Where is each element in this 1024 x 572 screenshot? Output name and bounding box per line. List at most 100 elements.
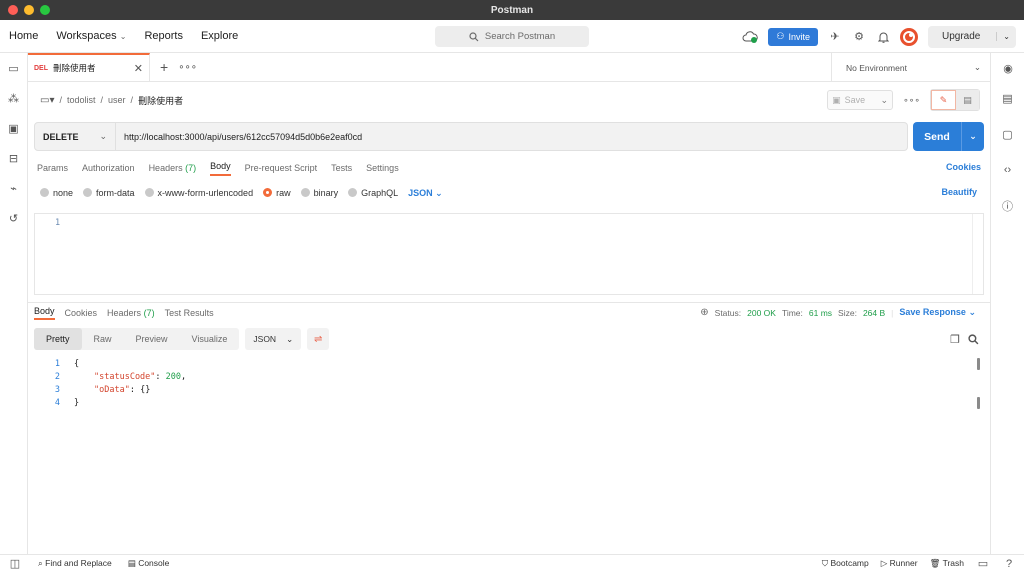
search-bar[interactable]: Search Postman — [435, 26, 589, 47]
collections-icon[interactable]: ▭ — [7, 61, 21, 75]
tab-pre-request-script[interactable]: Pre-request Script — [245, 163, 318, 173]
nav-explore[interactable]: Explore — [201, 30, 238, 42]
close-icon[interactable]: ✕ — [134, 62, 143, 75]
chevron-down-icon: ⌄ — [973, 62, 981, 72]
response-scrollbar-thumb[interactable] — [977, 397, 980, 409]
response-tab-test-results[interactable]: Test Results — [165, 308, 214, 318]
json-end: , — [181, 372, 187, 382]
find-replace-button[interactable]: ⌕ Find and Replace — [38, 558, 112, 569]
close-window-button[interactable] — [8, 5, 18, 15]
response-format-select[interactable]: JSON ⌄ — [245, 328, 302, 350]
zoom-window-button[interactable] — [40, 5, 50, 15]
invite-button[interactable]: ⚇ Invite — [768, 27, 818, 46]
size-value[interactable]: 264 B — [863, 308, 885, 318]
tab-params[interactable]: Params — [37, 163, 68, 173]
layout-icon[interactable]: ▭ — [976, 557, 990, 571]
eye-icon[interactable]: ◉ — [1001, 61, 1015, 75]
new-tab-button[interactable]: + — [160, 59, 168, 75]
code-line: 2 "statusCode": 200, — [34, 372, 984, 385]
sidebar-toggle-icon[interactable]: ◫ — [8, 557, 22, 571]
breadcrumb-item-collection[interactable]: todolist — [67, 95, 96, 105]
radio-none[interactable]: none — [40, 188, 73, 198]
environments-icon[interactable]: ▣ — [7, 121, 21, 135]
more-actions-icon[interactable]: ∘∘∘ — [903, 95, 920, 106]
bootcamp-button[interactable]: ⛉ Bootcamp — [822, 558, 869, 569]
bell-icon[interactable] — [876, 30, 890, 44]
view-raw[interactable]: Raw — [82, 328, 124, 350]
comments-icon[interactable]: ▢ — [1001, 127, 1015, 141]
minimize-window-button[interactable] — [24, 5, 34, 15]
save-response-button[interactable]: Save Response ⌄ — [899, 307, 976, 318]
view-visualize[interactable]: Visualize — [180, 328, 240, 350]
satellite-icon[interactable]: ✈ — [828, 30, 842, 44]
save-button[interactable]: ▣ Save ⌄ — [827, 90, 894, 110]
response-toolbar: Pretty Raw Preview Visualize JSON ⌄ ⇌ ❐ — [34, 328, 984, 350]
help-icon[interactable]: ? — [1002, 557, 1016, 571]
editor-scrollbar[interactable] — [972, 214, 983, 294]
radio-urlencoded[interactable]: x-www-form-urlencoded — [144, 188, 253, 198]
more-tabs-icon[interactable]: ∘∘∘ — [178, 62, 197, 73]
status-value[interactable]: 200 OK — [747, 308, 776, 318]
response-tab-headers[interactable]: Headers (7) — [107, 308, 155, 318]
url-input[interactable]: http://localhost:3000/api/users/612cc570… — [116, 122, 908, 151]
view-pretty[interactable]: Pretty — [34, 328, 82, 350]
view-preview[interactable]: Preview — [124, 328, 180, 350]
globe-icon[interactable]: ⊕ — [700, 307, 708, 318]
response-meta: ⊕ Status: 200 OK Time: 61 ms Size: 264 B… — [700, 307, 976, 318]
response-tab-body[interactable]: Body — [34, 306, 55, 320]
console-button[interactable]: ▤ Console — [128, 558, 170, 569]
code-line: 4 } — [34, 398, 984, 411]
apis-icon[interactable]: ⁂ — [7, 91, 21, 105]
radio-raw[interactable]: raw — [263, 188, 291, 198]
chevron-down-icon[interactable]: ⌄ — [961, 122, 984, 151]
method-select[interactable]: DELETE ⌄ — [34, 122, 116, 151]
monitors-icon[interactable]: ⌁ — [7, 181, 21, 195]
info-icon[interactable]: ⓘ — [1001, 199, 1015, 213]
code-icon[interactable]: ‹› — [1001, 163, 1015, 177]
save-response-label: Save Response — [899, 307, 966, 317]
body-format-select[interactable]: JSON ⌄ — [408, 188, 443, 199]
request-body-editor[interactable]: 1 — [34, 213, 984, 295]
code-line: 3 "oData": {} — [34, 385, 984, 398]
tab-settings[interactable]: Settings — [366, 163, 399, 173]
mock-servers-icon[interactable]: ⊟ — [7, 151, 21, 165]
edit-icon[interactable]: ✎ — [931, 90, 956, 110]
cookies-link[interactable]: Cookies — [946, 162, 981, 172]
runner-button[interactable]: ▷ Runner — [881, 558, 918, 569]
avatar[interactable] — [900, 27, 918, 46]
documentation-icon[interactable]: ▤ — [1001, 91, 1015, 105]
trash-button[interactable]: 🗑 Trash — [930, 558, 964, 569]
nav-home[interactable]: Home — [9, 30, 38, 42]
body-format-value: JSON — [408, 187, 433, 198]
tab-headers[interactable]: Headers (7) — [149, 163, 197, 173]
response-scrollbar-thumb[interactable] — [977, 358, 980, 370]
response-tab-cookies[interactable]: Cookies — [65, 308, 98, 318]
radio-graphql[interactable]: GraphQL — [348, 188, 398, 198]
search-icon[interactable] — [966, 332, 980, 346]
gear-icon[interactable]: ⚙ — [852, 30, 866, 44]
breadcrumb-item-folder[interactable]: user — [108, 95, 126, 105]
tab-tests[interactable]: Tests — [331, 163, 352, 173]
beautify-link[interactable]: Beautify — [941, 187, 977, 197]
docs-view-icon[interactable]: ▤ — [956, 90, 979, 110]
radio-binary[interactable]: binary — [300, 188, 338, 198]
response-body-viewer[interactable]: 1 { 2 "statusCode": 200, 3 "oData": {} 4… — [34, 357, 984, 417]
environment-select[interactable]: No Environment ⌄ — [831, 53, 991, 82]
time-value[interactable]: 61 ms — [809, 308, 832, 318]
tab-body[interactable]: Body — [210, 161, 231, 176]
request-tab[interactable]: DEL 刪除使用者 ✕ — [28, 52, 150, 82]
send-button[interactable]: Send ⌄ — [913, 122, 984, 151]
copy-icon[interactable]: ❐ — [948, 332, 962, 346]
url-bar: DELETE ⌄ http://localhost:3000/api/users… — [34, 122, 984, 151]
history-icon[interactable]: ↺ — [7, 211, 21, 225]
tab-headers-count: (7) — [185, 163, 197, 173]
breadcrumb-current[interactable]: 刪除使用者 — [138, 94, 183, 107]
upgrade-button[interactable]: Upgrade ⌄ — [928, 25, 1016, 48]
nav-reports[interactable]: Reports — [144, 30, 183, 42]
tab-authorization[interactable]: Authorization — [82, 163, 135, 173]
sync-cloud-icon[interactable] — [742, 30, 759, 44]
wrap-lines-button[interactable]: ⇌ — [307, 328, 330, 350]
radio-form-data[interactable]: form-data — [83, 188, 135, 198]
request-tab-method: DEL — [34, 64, 48, 72]
nav-workspaces[interactable]: Workspaces ⌄ — [56, 30, 126, 42]
